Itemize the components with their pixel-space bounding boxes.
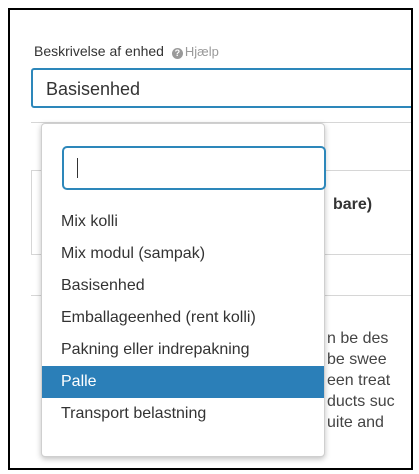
dropdown-menu: Mix kolli Mix modul (sampak) Basisenhed Emb…	[41, 123, 326, 457]
help-link[interactable]: ? Hjælp	[171, 44, 219, 59]
paragraph-line: ducts suc	[327, 393, 395, 410]
paragraph-line: uite and	[327, 414, 384, 431]
help-label: Hjælp	[184, 44, 219, 59]
dropdown-option[interactable]: Palle	[42, 366, 324, 398]
field-label-text: Beskrivelse af enhed	[34, 43, 164, 59]
dropdown-option[interactable]: Mix kolli	[42, 206, 324, 238]
background-paragraph: n be des be swee een treat ducts suc uit…	[327, 328, 411, 433]
dropdown-option[interactable]: Pakning eller indrepakning	[42, 334, 324, 366]
question-circle-icon: ?	[171, 48, 183, 59]
screenshot-frame: Beskrivelse af enhed ? Hjælp Basisenhed b…	[8, 8, 413, 470]
dropdown-option[interactable]: Basisenhed	[42, 270, 324, 302]
text-cursor	[77, 158, 78, 178]
dropdown-search-field[interactable]	[62, 146, 326, 190]
select-value: Basisenhed	[46, 79, 141, 99]
dropdown-option[interactable]: Emballageenhed (rent kolli)	[42, 302, 324, 334]
dropdown-option[interactable]: Mix modul (sampak)	[42, 238, 324, 270]
unit-description-select[interactable]: Basisenhed	[31, 68, 411, 108]
dropdown-options: Mix kolli Mix modul (sampak) Basisenhed Emb…	[42, 206, 324, 430]
paragraph-line: n be des	[327, 330, 389, 347]
dropdown-option[interactable]: Transport belastning	[42, 398, 324, 430]
paragraph-line: een treat	[327, 372, 391, 389]
paragraph-line: be swee	[327, 351, 387, 368]
dropdown-search-input[interactable]	[76, 157, 310, 177]
field-label: Beskrivelse af enhed ? Hjælp	[34, 43, 219, 59]
background-heading: bare)	[333, 196, 373, 213]
